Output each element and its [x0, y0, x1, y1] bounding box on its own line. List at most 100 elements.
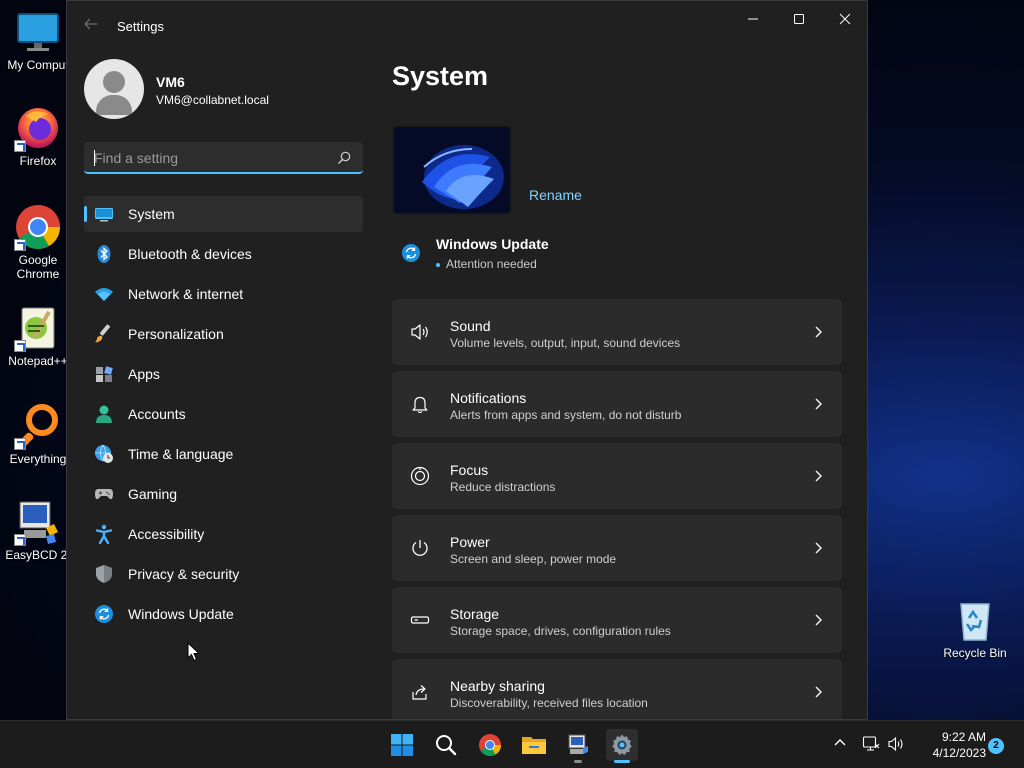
desktop-icon-easybcd[interactable]: EasyBCD 2.	[0, 498, 76, 562]
update-icon	[402, 244, 420, 262]
sidebar-item-label: Accounts	[128, 406, 186, 422]
title-bar[interactable]: Settings	[67, 1, 867, 51]
chevron-right-icon	[815, 686, 822, 698]
taskbar-search-button[interactable]	[430, 729, 462, 761]
card-title: Storage	[450, 606, 500, 622]
sidebar-item-label: Windows Update	[128, 606, 234, 622]
desktop-icon-notepad-plus-plus[interactable]: Notepad++	[0, 304, 76, 368]
sidebar-item-system[interactable]: System	[84, 196, 363, 232]
running-indicator-active	[614, 760, 630, 763]
desktop-icon-label: Notepad++	[8, 354, 68, 368]
sidebar-item-windows-update[interactable]: Windows Update	[84, 596, 363, 632]
status-dot-icon	[436, 262, 440, 267]
card-nearby-sharing[interactable]: Nearby sharing Discoverability, received…	[392, 659, 842, 719]
card-notifications[interactable]: Notifications Alerts from apps and syste…	[392, 371, 842, 437]
network-status-button[interactable]	[862, 735, 880, 758]
desktop-icon-label: Firefox	[19, 154, 57, 168]
share-icon	[412, 685, 427, 700]
windows-update-title[interactable]: Windows Update	[436, 236, 549, 252]
chevron-right-icon	[815, 542, 822, 554]
start-icon	[391, 734, 413, 756]
power-icon	[412, 540, 428, 556]
chrome-icon	[14, 203, 62, 251]
firefox-icon	[14, 104, 62, 152]
taskbar: 9:22 AM 4/12/2023 2	[0, 720, 1024, 768]
notification-badge[interactable]: 2	[988, 738, 1004, 754]
card-title: Notifications	[450, 390, 527, 406]
taskbar-settings-button[interactable]	[606, 729, 638, 763]
sidebar-item-accessibility[interactable]: Accessibility	[84, 516, 363, 552]
taskbar-start-button[interactable]	[386, 729, 418, 761]
tray-overflow-button[interactable]	[832, 735, 848, 756]
sidebar-item-label: Accessibility	[128, 526, 205, 542]
system-monitor-icon	[95, 208, 113, 222]
windows-update-status: Attention needed	[436, 257, 537, 271]
gamepad-icon	[95, 489, 113, 500]
card-title: Focus	[450, 462, 489, 478]
shield-icon	[96, 565, 112, 583]
taskbar-clock[interactable]: 9:22 AM 4/12/2023	[912, 729, 986, 761]
globe-clock-icon	[95, 444, 113, 463]
sidebar-item-privacy-security[interactable]: Privacy & security	[84, 556, 363, 592]
avatar-head	[103, 71, 125, 93]
rename-link[interactable]: Rename	[529, 187, 582, 203]
card-sound[interactable]: Sound Volume levels, output, input, soun…	[392, 299, 842, 365]
card-title: Sound	[450, 318, 491, 334]
taskbar-file-explorer-button[interactable]	[518, 729, 550, 761]
sidebar-item-apps[interactable]: Apps	[84, 356, 363, 392]
focus-icon	[410, 466, 430, 486]
card-description: Storage space, drives, configuration rul…	[450, 624, 671, 638]
desktop-icon-label: Everything	[9, 452, 67, 466]
chevron-right-icon	[815, 614, 822, 626]
back-button[interactable]	[81, 16, 101, 36]
sidebar-item-label: Time & language	[128, 446, 234, 462]
sidebar-nav: System Bluetooth & devices Network & int…	[84, 196, 363, 636]
text-caret	[94, 150, 95, 166]
network-wired-icon	[862, 736, 880, 751]
shortcut-arrow-icon	[14, 438, 26, 450]
minimize-icon	[748, 18, 758, 20]
everything-icon	[14, 402, 62, 450]
running-indicator	[574, 760, 582, 763]
close-button[interactable]	[823, 7, 867, 31]
search-box[interactable]	[84, 142, 363, 174]
desktop-icon-my-computer[interactable]: My Comput	[0, 8, 76, 72]
brush-icon	[95, 324, 110, 343]
maximize-button[interactable]	[777, 7, 821, 31]
clock-time: 9:22 AM	[941, 730, 986, 744]
sidebar-item-label: Privacy & security	[128, 566, 240, 582]
notepad-icon	[14, 304, 62, 352]
card-storage[interactable]: Storage Storage space, drives, configura…	[392, 587, 842, 653]
desktop-icon-recycle-bin[interactable]: Recycle Bin	[937, 596, 1013, 660]
sidebar-item-bluetooth[interactable]: Bluetooth & devices	[84, 236, 363, 272]
maximize-icon	[794, 14, 804, 24]
card-focus[interactable]: Focus Reduce distractions	[392, 443, 842, 509]
sidebar-item-time-language[interactable]: Time & language	[84, 436, 363, 472]
sidebar-item-personalization[interactable]: Personalization	[84, 316, 363, 352]
sidebar-item-gaming[interactable]: Gaming	[84, 476, 363, 512]
chevron-right-icon	[815, 398, 822, 410]
desktop-icon-label: Google Chrome	[16, 253, 60, 281]
card-power[interactable]: Power Screen and sleep, power mode	[392, 515, 842, 581]
volume-button[interactable]	[887, 735, 905, 758]
taskbar-chrome-button[interactable]	[474, 729, 506, 761]
sidebar-item-label: Gaming	[128, 486, 178, 502]
desktop-icon-firefox[interactable]: Firefox	[0, 104, 76, 168]
desktop-icon-google-chrome[interactable]: Google Chrome	[0, 203, 76, 281]
desktop-icon-everything[interactable]: Everything	[0, 402, 76, 466]
chevron-right-icon	[815, 470, 822, 482]
mouse-cursor-icon	[187, 642, 201, 662]
storage-icon	[410, 616, 430, 624]
minimize-button[interactable]	[731, 7, 775, 31]
file-explorer-icon	[522, 737, 546, 754]
profile-email: VM6@collabnet.local	[156, 93, 269, 107]
speaker-icon	[411, 324, 428, 340]
settings-cards: Sound Volume levels, output, input, soun…	[392, 299, 842, 719]
avatar[interactable]	[84, 59, 144, 119]
search-input[interactable]	[94, 148, 324, 168]
settings-window: Settings VM6 VM6@collabnet.local System …	[66, 0, 868, 720]
taskbar-remote-desktop-button[interactable]	[562, 729, 594, 763]
sidebar-item-accounts[interactable]: Accounts	[84, 396, 363, 432]
sidebar-item-network[interactable]: Network & internet	[84, 276, 363, 312]
search-icon[interactable]	[336, 150, 352, 166]
